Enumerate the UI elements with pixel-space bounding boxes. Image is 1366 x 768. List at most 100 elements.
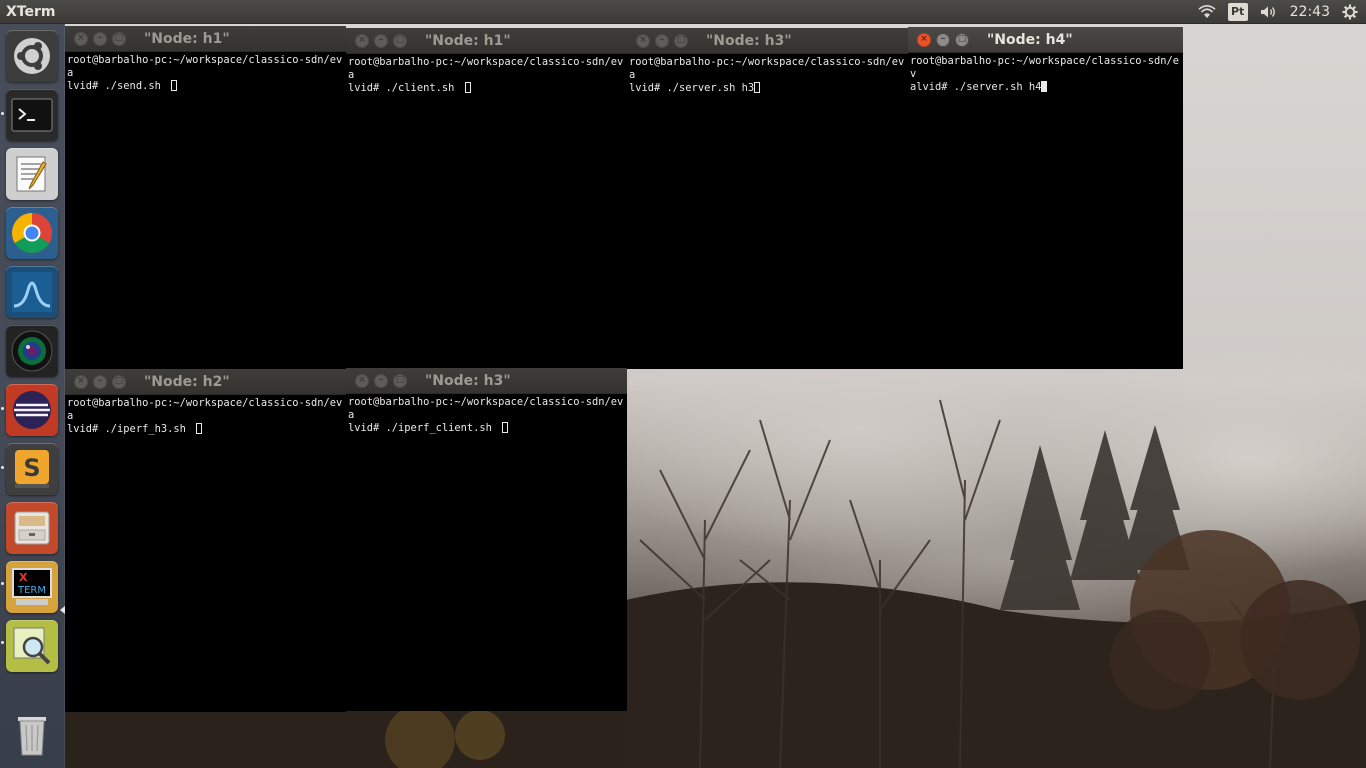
minimize-button[interactable]: – — [374, 33, 388, 48]
maximize-button[interactable]: □ — [955, 32, 969, 47]
svg-text:TERM: TERM — [17, 585, 46, 596]
window-title: "Node: h2" — [144, 373, 230, 390]
xterm-window-h3-iperf-client[interactable]: × – □ "Node: h3" root@barbalho-pc:~/work… — [346, 368, 627, 711]
terminal-line: root@barbalho-pc:~/workspace/classico-sd… — [629, 56, 905, 81]
window-titlebar[interactable]: × – □ "Node: h1" — [65, 26, 346, 52]
wifi-icon[interactable] — [1198, 4, 1216, 19]
terminal-cursor — [754, 82, 761, 93]
wireshark-fin-icon — [12, 272, 52, 312]
window-titlebar[interactable]: × – □ "Node: h3" — [627, 28, 908, 54]
minimize-button[interactable]: – — [374, 373, 388, 388]
maximize-button[interactable]: □ — [393, 33, 407, 48]
running-indicator — [1, 407, 4, 410]
magnifier-icon — [13, 627, 51, 665]
terminal-line: lvid# ./iperf_client.sh — [348, 422, 499, 434]
xterm-window-h1-client[interactable]: × – □ "Node: h1" root@barbalho-pc:~/work… — [346, 28, 627, 369]
terminal-output[interactable]: root@barbalho-pc:~/workspace/classico-sd… — [627, 54, 908, 97]
xterm-window-h4-server[interactable]: × – □ "Node: h4" root@barbalho-pc:~/work… — [908, 27, 1183, 369]
minimize-button[interactable]: – — [93, 374, 107, 389]
launcher-files[interactable] — [6, 502, 58, 554]
terminal-cursor — [464, 82, 471, 93]
window-titlebar[interactable]: × – □ "Node: h1" — [346, 28, 627, 54]
trash-icon — [18, 717, 46, 756]
indicator-area: Pt 22:43 — [1198, 0, 1366, 24]
top-panel: XTerm Pt 22:43 — [0, 0, 1366, 24]
xterm-window-h1-send[interactable]: × – □ "Node: h1" root@barbalho-pc:~/work… — [65, 26, 346, 369]
close-button[interactable]: × — [74, 374, 88, 389]
ubuntu-logo-icon — [14, 38, 50, 74]
file-cabinet-icon — [14, 511, 50, 545]
keyboard-layout-icon[interactable]: Pt — [1227, 2, 1248, 21]
active-app-title: XTerm — [6, 3, 56, 20]
terminal-icon — [11, 98, 53, 132]
running-indicator — [1, 112, 4, 115]
terminal-cursor — [171, 80, 178, 91]
sublime-text-icon: S — [15, 450, 49, 488]
launcher-image-viewer[interactable] — [6, 620, 58, 672]
terminal-output[interactable]: root@barbalho-pc:~/workspace/classico-sd… — [346, 54, 627, 97]
minimize-button[interactable]: – — [936, 32, 950, 47]
terminal-line: root@barbalho-pc:~/workspace/classico-sd… — [910, 55, 1179, 80]
window-title: "Node: h3" — [425, 372, 511, 389]
window-titlebar[interactable]: × – □ "Node: h3" — [346, 368, 627, 394]
window-title: "Node: h1" — [144, 30, 230, 47]
running-indicator — [1, 582, 4, 585]
launcher-eclipse[interactable] — [6, 384, 58, 436]
launcher-webcam[interactable] — [6, 325, 58, 377]
terminal-cursor — [502, 422, 509, 433]
close-button[interactable]: × — [917, 32, 931, 47]
text-editor-icon — [16, 156, 47, 192]
settings-gear-icon[interactable] — [1342, 4, 1358, 20]
launcher-xterm[interactable]: X TERM — [6, 561, 58, 613]
maximize-button[interactable]: □ — [112, 374, 126, 389]
terminal-output[interactable]: root@barbalho-pc:~/workspace/classico-sd… — [346, 394, 627, 437]
launcher-chrome[interactable] — [6, 207, 58, 259]
launcher-sublime-text[interactable]: S — [6, 443, 58, 495]
clock[interactable]: 22:43 — [1290, 4, 1330, 20]
maximize-button[interactable]: □ — [112, 31, 126, 46]
window-titlebar[interactable]: × – □ "Node: h4" — [908, 27, 1183, 53]
close-button[interactable]: × — [355, 373, 369, 388]
minimize-button[interactable]: – — [93, 31, 107, 46]
minimize-button[interactable]: – — [655, 33, 669, 48]
running-indicator — [1, 466, 4, 469]
terminal-output[interactable]: root@barbalho-pc:~/workspace/classico-sd… — [65, 52, 346, 95]
chrome-icon — [12, 213, 52, 253]
eclipse-icon — [13, 391, 51, 429]
terminal-line: lvid# ./server.sh h3 — [629, 82, 755, 94]
terminal-line: root@barbalho-pc:~/workspace/classico-sd… — [348, 56, 624, 81]
terminal-line: lvid# ./iperf_h3.sh — [67, 423, 193, 435]
window-title: "Node: h4" — [987, 31, 1073, 48]
volume-icon[interactable] — [1260, 5, 1278, 19]
launcher: S X TERM — [0, 24, 65, 768]
terminal-output[interactable]: root@barbalho-pc:~/workspace/classico-sd… — [908, 53, 1183, 96]
terminal-line: alvid# ./server.sh h4 — [910, 81, 1042, 93]
svg-text:X: X — [19, 571, 28, 584]
xterm-icon: XTERM — [12, 568, 52, 605]
window-titlebar[interactable]: × – □ "Node: h2" — [65, 369, 346, 395]
terminal-line: root@barbalho-pc:~/workspace/classico-sd… — [67, 397, 343, 422]
close-button[interactable]: × — [74, 31, 88, 46]
launcher-wireshark[interactable] — [6, 266, 58, 318]
svg-text:S: S — [23, 454, 40, 482]
camera-lens-icon — [11, 330, 53, 372]
terminal-output[interactable]: root@barbalho-pc:~/workspace/classico-sd… — [65, 395, 346, 438]
maximize-button[interactable]: □ — [674, 33, 688, 48]
window-title: "Node: h1" — [425, 32, 511, 49]
xterm-window-h3-server[interactable]: × – □ "Node: h3" root@barbalho-pc:~/work… — [627, 28, 908, 369]
terminal-line: root@barbalho-pc:~/workspace/classico-sd… — [67, 54, 343, 79]
launcher-ubuntu-dash[interactable] — [6, 30, 58, 82]
close-button[interactable]: × — [636, 33, 650, 48]
launcher-text-editor[interactable] — [6, 148, 58, 200]
close-button[interactable]: × — [355, 33, 369, 48]
window-title: "Node: h3" — [706, 32, 792, 49]
launcher-terminal[interactable] — [6, 89, 58, 141]
terminal-line: root@barbalho-pc:~/workspace/classico-sd… — [348, 396, 624, 421]
running-indicator — [1, 641, 4, 644]
launcher-trash[interactable] — [6, 708, 58, 760]
terminal-line: lvid# ./send.sh — [67, 80, 168, 92]
terminal-cursor — [196, 423, 203, 434]
terminal-line: lvid# ./client.sh — [348, 82, 461, 94]
xterm-window-h2-iperf[interactable]: × – □ "Node: h2" root@barbalho-pc:~/work… — [65, 369, 346, 712]
maximize-button[interactable]: □ — [393, 373, 407, 388]
